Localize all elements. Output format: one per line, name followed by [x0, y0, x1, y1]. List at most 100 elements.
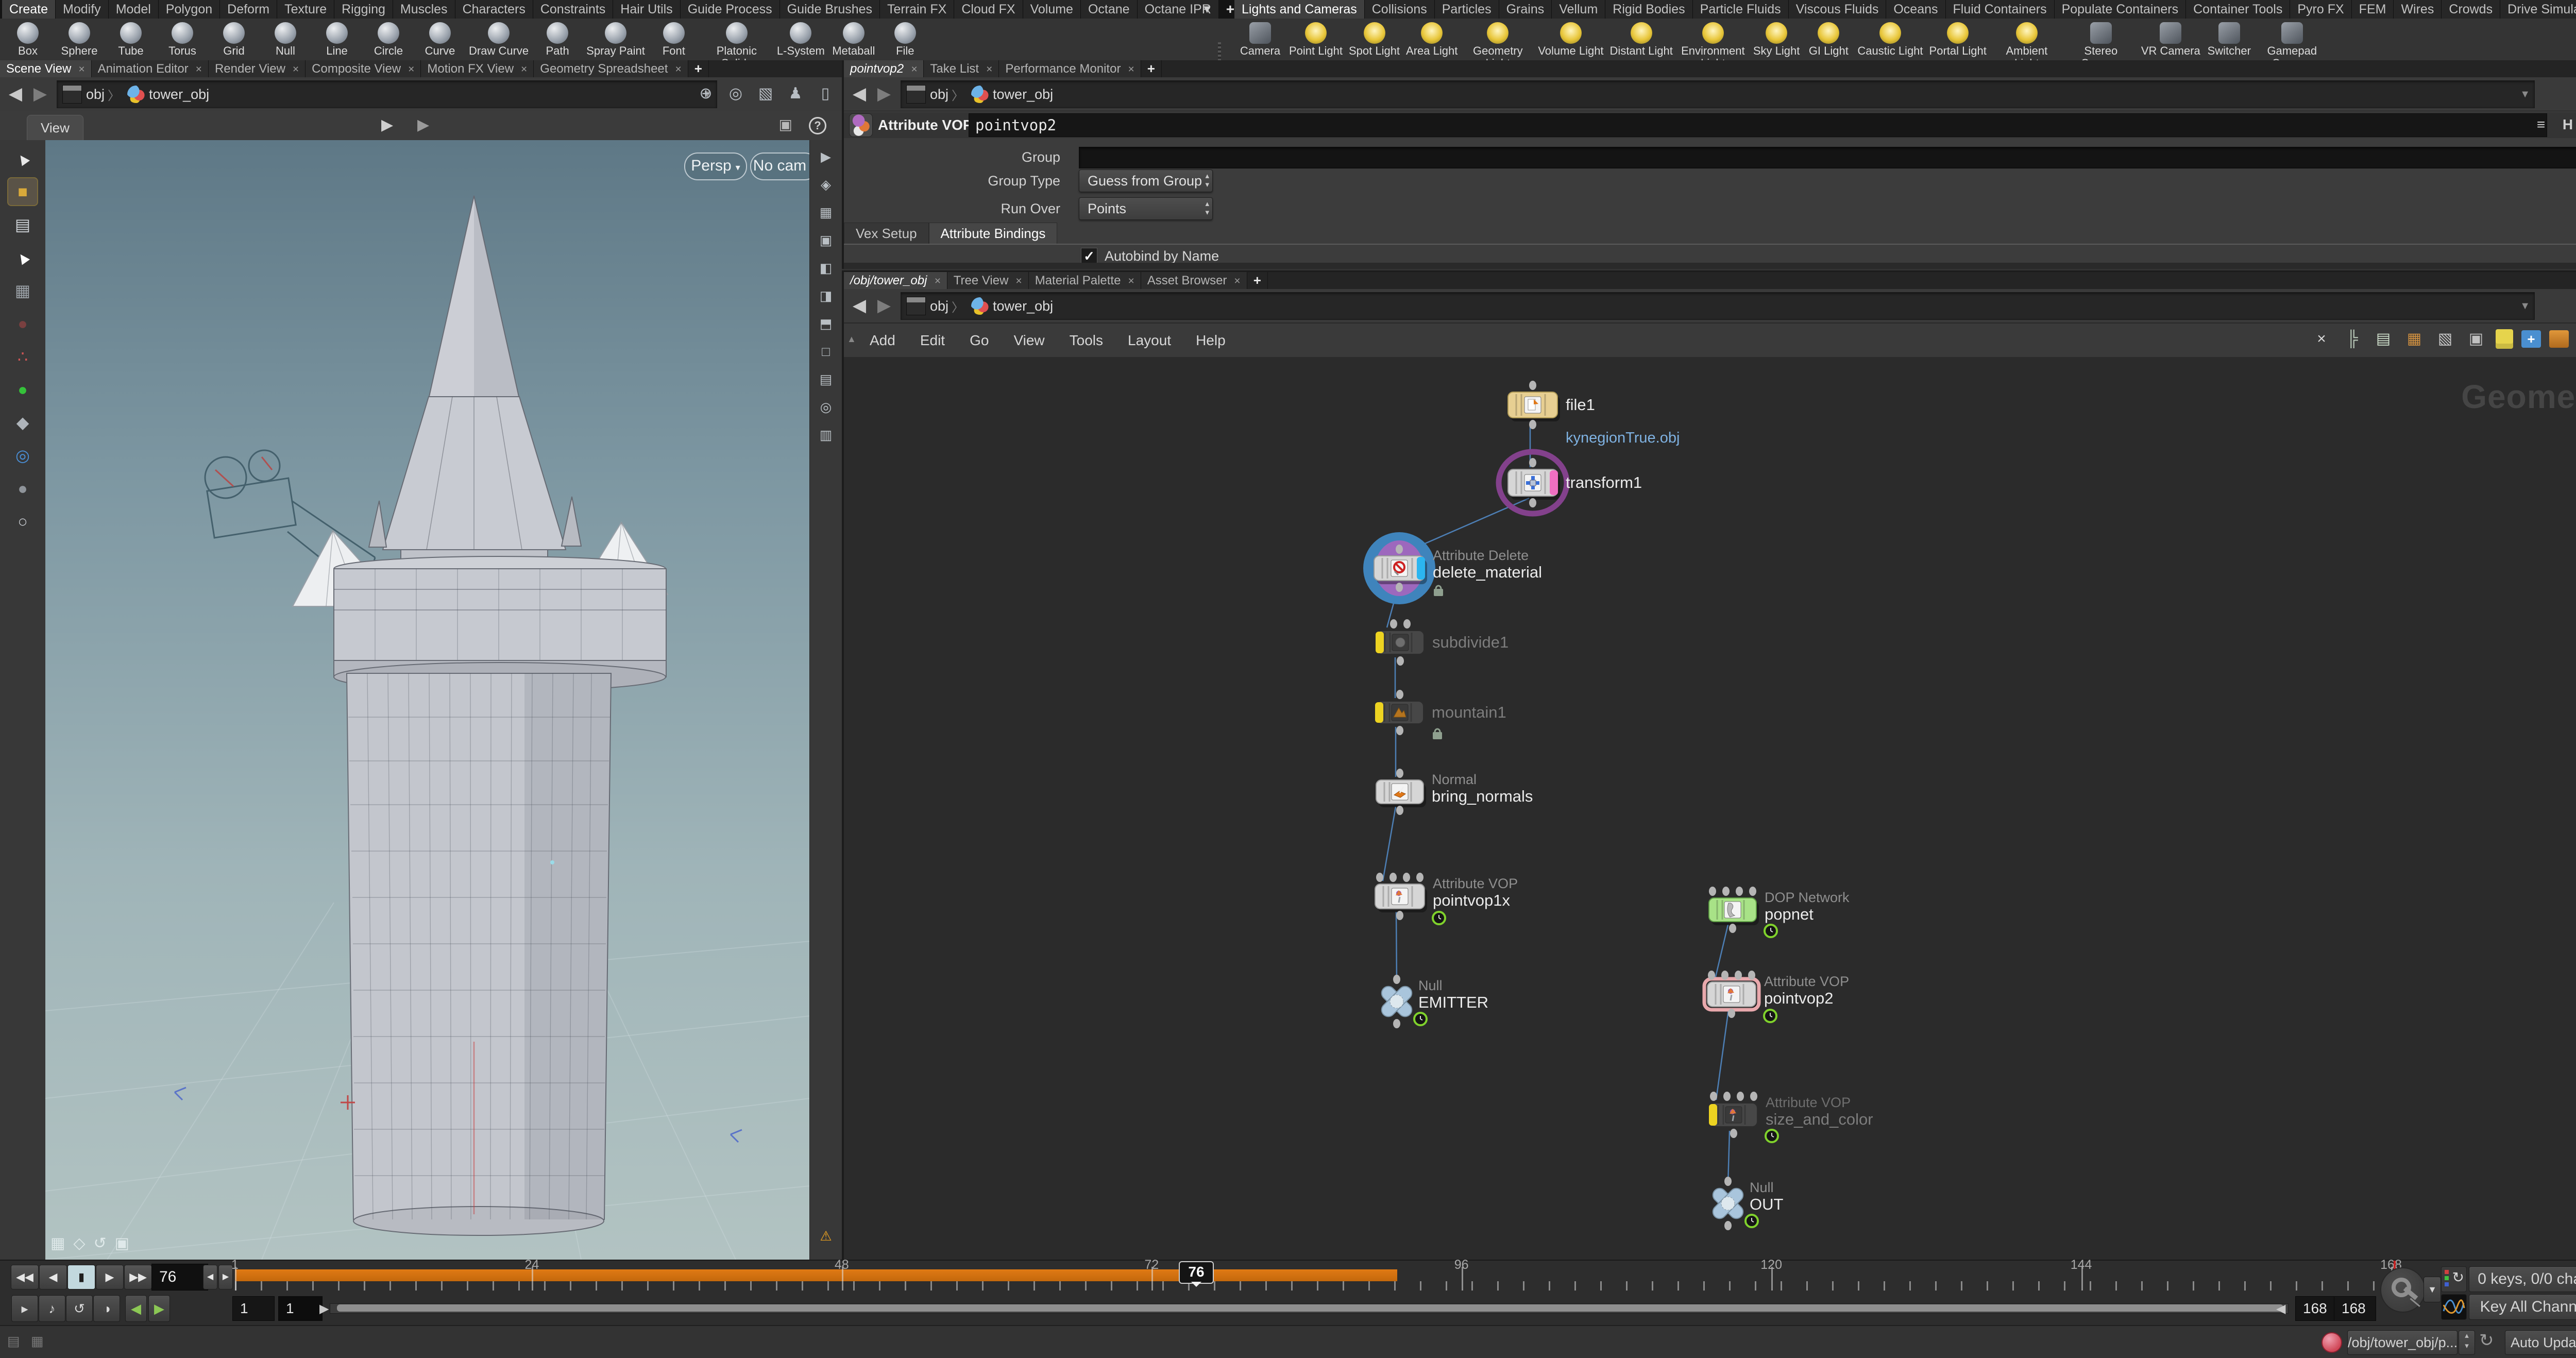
- input-connector[interactable]: [1529, 458, 1536, 467]
- particle-tool-icon[interactable]: ∴: [7, 342, 38, 371]
- shelf-tab-guide-brushes[interactable]: Guide Brushes: [779, 0, 880, 19]
- select-tool-icon[interactable]: ▲: [2, 138, 43, 179]
- next-key-button[interactable]: ▶: [148, 1295, 170, 1322]
- network-path-breadcrumb[interactable]: obj 〉 tower_obj ▼: [901, 292, 2535, 320]
- input-connector[interactable]: [1390, 619, 1397, 629]
- tab-material-palette[interactable]: Material Palette ×: [1028, 272, 1141, 289]
- add-tab-button[interactable]: +: [1141, 60, 1162, 77]
- orbit-tool-icon[interactable]: ◎: [7, 441, 38, 470]
- node-pointvop1x[interactable]: Attribute VOPpointvop1x: [1375, 873, 1518, 925]
- node-name-label[interactable]: mountain1: [1432, 703, 1506, 721]
- output-connector[interactable]: [1393, 1019, 1400, 1028]
- input-connector[interactable]: [1396, 769, 1403, 778]
- node-name-label[interactable]: subdivide1: [1432, 633, 1509, 651]
- shelf-tab-deform[interactable]: Deform: [220, 0, 278, 19]
- loop-icon[interactable]: ↺: [66, 1295, 93, 1322]
- select-cursor-icon[interactable]: ▶: [381, 116, 393, 134]
- no-cam-button[interactable]: No cam▾: [750, 152, 810, 180]
- shelf-tab-volume[interactable]: Volume: [1023, 0, 1081, 19]
- node-file1[interactable]: file1 kynegionTrue.obj: [1507, 381, 1680, 446]
- shelf-tab-grains[interactable]: Grains: [1499, 0, 1552, 19]
- shelf-tool-path[interactable]: Path: [532, 21, 583, 57]
- input-connector[interactable]: [1737, 1092, 1744, 1101]
- node-delete_material[interactable]: Attribute Deletedelete_material: [1363, 532, 1542, 604]
- menu-view[interactable]: View: [1001, 324, 1057, 357]
- input-connector[interactable]: [1723, 1092, 1731, 1101]
- input-connector[interactable]: [1403, 619, 1411, 629]
- shelf-tab-container-tools[interactable]: Container Tools: [2186, 0, 2291, 19]
- network-canvas[interactable]: Geometry file1 kynegionTrue.obj transform1…: [844, 357, 2576, 1261]
- node-name-field[interactable]: pointvop2: [969, 113, 2547, 137]
- shelf-tool-draw-curve[interactable]: Draw Curve: [466, 21, 532, 57]
- light-toggle-icon[interactable]: ◧: [814, 257, 838, 279]
- persp-view-button[interactable]: Persp ▾: [684, 152, 747, 180]
- output-connector[interactable]: [1730, 1129, 1737, 1138]
- shelf-tab-hair-utils[interactable]: Hair Utils: [613, 0, 681, 19]
- shelf-tab-cloud-fx[interactable]: Cloud FX: [954, 0, 1023, 19]
- point-tool-icon[interactable]: ●: [7, 309, 38, 338]
- shelf-tab-lights-and-cameras[interactable]: Lights and Cameras: [1234, 0, 1365, 19]
- output-connector[interactable]: [1396, 726, 1403, 735]
- node-name-label[interactable]: bring_normals: [1432, 787, 1533, 805]
- panel-icon[interactable]: ▯: [814, 82, 837, 105]
- input-connector[interactable]: [1749, 887, 1756, 896]
- input-connector[interactable]: [1735, 971, 1742, 980]
- rotate-icon[interactable]: ↺: [93, 1234, 106, 1252]
- tab-overflow-left-icon[interactable]: ▼: [1201, 0, 1213, 19]
- shelf-tool-curve[interactable]: Curve: [414, 21, 466, 57]
- group-type-select[interactable]: Guess from Group ▴ ▾: [1079, 169, 1213, 192]
- shelf-tab-wires[interactable]: Wires: [2394, 0, 2442, 19]
- range-end-field[interactable]: 168: [2295, 1296, 2335, 1321]
- timeline-ruler[interactable]: 1 24 48 72 96 120 144 168 76: [0, 1258, 2576, 1304]
- shelf-tab-collisions[interactable]: Collisions: [1364, 0, 1435, 19]
- view-tool-icon[interactable]: ▲: [2, 237, 43, 278]
- prev-key-button[interactable]: ◀: [125, 1295, 147, 1322]
- scoped-channels-icon[interactable]: ↻: [2441, 1266, 2467, 1292]
- shelf-tool-volume-light[interactable]: Volume Light: [1535, 21, 1606, 57]
- chevron-down-icon[interactable]: ▼: [2520, 300, 2530, 312]
- input-connector[interactable]: [1736, 887, 1743, 896]
- shelf-tab-rigging[interactable]: Rigging: [334, 0, 393, 19]
- shelf-tool-spot-light[interactable]: Spot Light: [1346, 21, 1403, 57]
- close-icon[interactable]: ×: [196, 63, 202, 75]
- forward-icon[interactable]: ▶: [873, 81, 895, 106]
- points-toggle-icon[interactable]: ▤: [814, 368, 838, 391]
- layout-icon[interactable]: ▣: [115, 1234, 129, 1252]
- menu-add[interactable]: Add: [857, 324, 908, 357]
- output-connector[interactable]: [1396, 911, 1403, 920]
- node-popnet[interactable]: DOP Networkpopnet: [1708, 887, 1850, 938]
- shelf-tool-tube[interactable]: Tube: [105, 21, 157, 57]
- shelf-tab-particle-fluids[interactable]: Particle Fluids: [1692, 0, 1789, 19]
- node-name-label[interactable]: popnet: [1765, 905, 1814, 923]
- display-flag[interactable]: [1550, 470, 1558, 495]
- shelf-tool-point-light[interactable]: Point Light: [1286, 21, 1346, 57]
- shelf-tab-texture[interactable]: Texture: [277, 0, 335, 19]
- shelf-tool-vr-camera[interactable]: VR Camera: [2138, 21, 2204, 57]
- shelf-tab-viscous-fluids[interactable]: Viscous Fluids: [1788, 0, 1887, 19]
- shelf-tab-guide-process[interactable]: Guide Process: [680, 0, 780, 19]
- close-icon[interactable]: ×: [986, 63, 992, 75]
- range-start-field[interactable]: 1: [278, 1296, 323, 1321]
- node-name-label[interactable]: OUT: [1750, 1195, 1784, 1213]
- normals-toggle-icon[interactable]: □: [814, 340, 838, 363]
- node-transform1[interactable]: transform1: [1496, 449, 1642, 517]
- breadcrumb-node[interactable]: tower_obj: [993, 87, 1053, 103]
- collapse-icon[interactable]: ▲: [847, 334, 856, 345]
- grid-tool-icon[interactable]: ▦: [7, 276, 38, 305]
- shelf-tab-modify[interactable]: Modify: [56, 0, 109, 19]
- bypass-flag[interactable]: [1375, 702, 1383, 723]
- pose-tool-icon[interactable]: ●: [7, 375, 38, 404]
- node-OUT[interactable]: NullOUT: [1710, 1177, 1784, 1230]
- spinner-icon[interactable]: ▴ ▾: [1205, 199, 1209, 217]
- node-name-label[interactable]: pointvop2: [1764, 989, 1833, 1007]
- snap-grid-icon[interactable]: ▦: [814, 201, 838, 224]
- key-options-icon[interactable]: ▼: [2424, 1277, 2441, 1302]
- run-over-select[interactable]: Points ▴ ▾: [1079, 197, 1213, 220]
- wire-toggle-icon[interactable]: ⬒: [814, 312, 838, 335]
- back-icon[interactable]: ◀: [848, 81, 871, 106]
- forward-icon[interactable]: ▶: [873, 293, 895, 318]
- shelf-tab-model[interactable]: Model: [108, 0, 159, 19]
- ball-tool-icon[interactable]: ○: [7, 507, 38, 536]
- node-EMITTER[interactable]: NullEMITTER: [1379, 975, 1488, 1028]
- shelf-tool-torus[interactable]: Torus: [157, 21, 208, 57]
